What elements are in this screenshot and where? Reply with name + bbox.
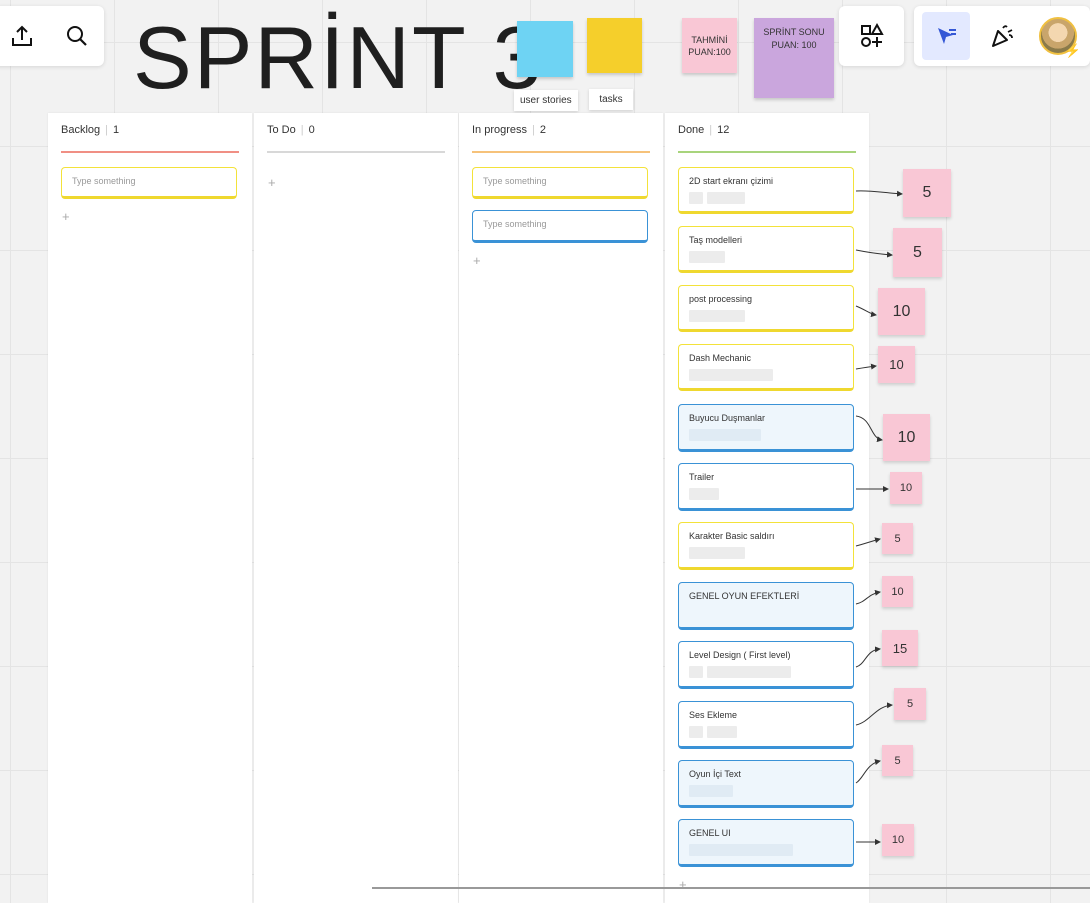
card[interactable]: Level Design ( First level) [678, 641, 854, 689]
column-header: To Do | 0 [267, 124, 315, 136]
points-sticky[interactable]: 10 [890, 472, 922, 504]
toolbar-right: ⚡ [914, 6, 1090, 66]
card-title: Oyun İçi Text [689, 769, 741, 779]
toolbar-left [0, 6, 104, 66]
card-placeholder [689, 429, 761, 441]
column-color-bar [472, 151, 650, 153]
column-backlog: Backlog | 1 Type something + [48, 113, 252, 903]
column-name: Backlog [61, 124, 101, 136]
points-sticky[interactable]: 10 [883, 414, 930, 461]
card-title: post processing [689, 294, 753, 304]
column-color-bar [678, 151, 856, 153]
legend-user-stories: user stories [514, 90, 578, 111]
add-card-button[interactable]: + [679, 877, 687, 892]
column-header: Done | 12 [678, 124, 730, 136]
card[interactable]: Type something [61, 167, 237, 199]
card-title: Type something [483, 219, 547, 229]
legend-tasks: tasks [589, 89, 633, 110]
horizontal-scrollbar[interactable] [372, 887, 1090, 889]
card-title: Ses Ekleme [689, 710, 738, 720]
card[interactable]: post processing [678, 285, 854, 332]
card[interactable]: Taş modelleri [678, 226, 854, 273]
card[interactable]: Type something [472, 167, 648, 199]
card-title: Taş modelleri [689, 235, 743, 245]
points-sticky[interactable]: 10 [882, 576, 913, 607]
card-placeholder [689, 310, 745, 322]
points-sticky[interactable]: 10 [882, 824, 914, 856]
shapes-add-icon[interactable] [848, 12, 896, 60]
card[interactable]: Buyucu Duşmanlar [678, 404, 854, 452]
avatar-button[interactable]: ⚡ [1034, 12, 1082, 60]
card-title: Level Design ( First level) [689, 650, 791, 660]
legend-sticky-blue[interactable] [517, 21, 573, 77]
points-sticky[interactable]: 10 [878, 288, 925, 335]
card[interactable]: 2D start ekranı çizimi [678, 167, 854, 214]
points-sticky[interactable]: 5 [894, 688, 926, 720]
card-placeholder [689, 726, 703, 738]
share-icon[interactable] [0, 12, 46, 60]
card[interactable]: Oyun İçi Text [678, 760, 854, 808]
column-color-bar [61, 151, 239, 153]
card-title: Buyucu Duşmanlar [689, 413, 766, 423]
points-sticky[interactable]: 5 [903, 169, 951, 217]
card[interactable]: Type something [472, 210, 648, 243]
card-placeholder [689, 844, 793, 856]
card[interactable]: Trailer [678, 463, 854, 511]
card-placeholder [689, 488, 719, 500]
column-count: 12 [717, 124, 730, 136]
card[interactable]: Dash Mechanic [678, 344, 854, 391]
card-title: GENEL OYUN EFEKTLERİ [689, 591, 800, 601]
select-cursor-icon[interactable] [922, 12, 970, 60]
search-icon[interactable] [53, 12, 101, 60]
board-title: SPRİNT 3 [133, 8, 544, 107]
add-card-button[interactable]: + [473, 253, 481, 268]
card-title: 2D start ekranı çizimi [689, 176, 774, 186]
column-name: Done [678, 124, 705, 136]
card[interactable]: Karakter Basic saldırı [678, 522, 854, 570]
card-title: Type something [483, 176, 547, 186]
card-placeholder [689, 251, 725, 263]
card-placeholder [707, 726, 737, 738]
points-sticky[interactable]: 5 [893, 228, 942, 277]
column-header: In progress | 2 [472, 124, 547, 136]
points-sticky[interactable]: 10 [878, 346, 915, 383]
card-title: Karakter Basic saldırı [689, 531, 775, 541]
column-in-progress: In progress | 2 Type something Type someth… [459, 113, 663, 903]
column-count: 0 [308, 124, 315, 136]
column-todo: To Do | 0 + [254, 113, 458, 903]
column-done: Done | 12 2D start ekranı çizimi Taş model… [665, 113, 869, 903]
card-placeholder [689, 785, 733, 797]
points-sticky[interactable]: 15 [882, 630, 918, 666]
card-placeholder [689, 369, 773, 381]
sprint-end-points-note[interactable]: SPRİNT SONU PUAN: 100 [754, 18, 834, 98]
card-placeholder [689, 192, 703, 204]
card[interactable]: GENEL UI [678, 819, 854, 867]
column-count: 1 [113, 124, 120, 136]
add-card-button[interactable]: + [268, 175, 276, 190]
card[interactable]: Ses Ekleme [678, 701, 854, 749]
points-sticky[interactable]: 5 [882, 745, 913, 776]
card-title: Type something [72, 176, 136, 186]
card-placeholder [707, 192, 745, 204]
card-title: Trailer [689, 472, 715, 482]
lightning-icon: ⚡ [1064, 43, 1081, 58]
card-placeholder [689, 547, 745, 559]
column-name: In progress [472, 124, 528, 136]
toolbar-mid [839, 6, 904, 66]
card-title: GENEL UI [689, 828, 731, 838]
add-card-button[interactable]: + [62, 209, 70, 224]
celebrate-icon[interactable] [978, 12, 1026, 60]
legend-sticky-yellow[interactable] [587, 18, 642, 73]
card-placeholder [689, 666, 703, 678]
card-placeholder [707, 666, 791, 678]
column-color-bar [267, 151, 445, 153]
points-sticky[interactable]: 5 [882, 523, 913, 554]
column-name: To Do [267, 124, 296, 136]
column-count: 2 [539, 124, 547, 136]
estimated-points-note[interactable]: TAHMİNİ PUAN:100 [682, 18, 737, 73]
card[interactable]: GENEL OYUN EFEKTLERİ [678, 582, 854, 630]
column-header: Backlog | 1 [61, 124, 120, 136]
avatar: ⚡ [1039, 17, 1081, 58]
card-title: Dash Mechanic [689, 353, 752, 363]
